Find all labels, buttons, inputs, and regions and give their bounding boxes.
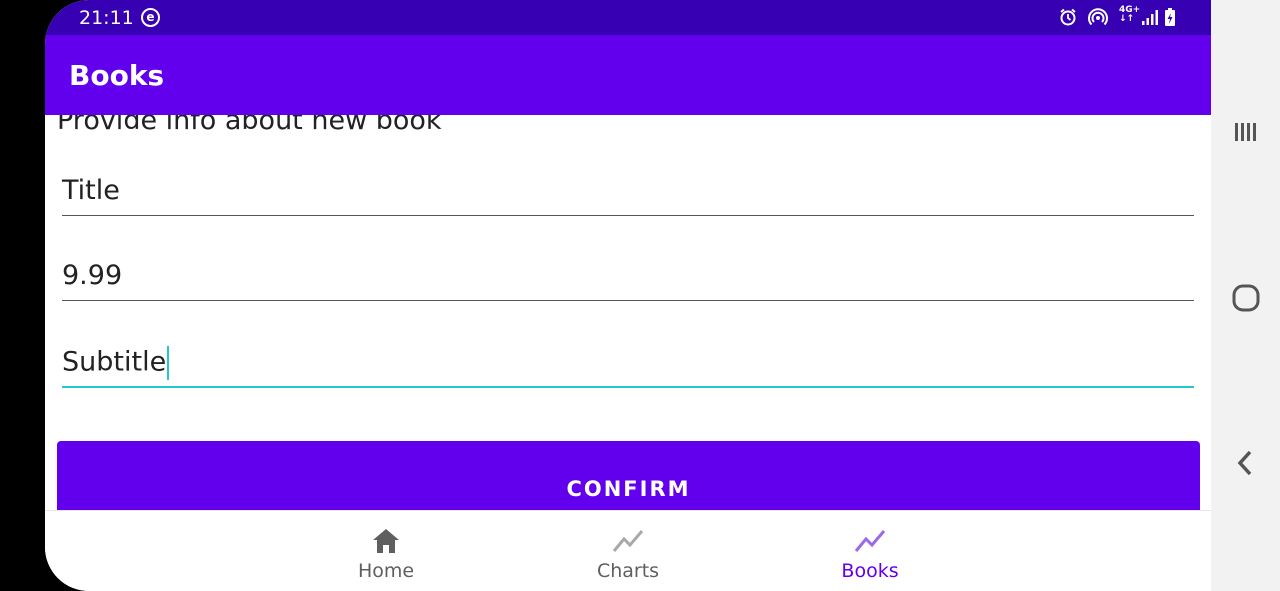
title-field[interactable]: Title — [62, 167, 1194, 216]
alarm-icon — [1060, 8, 1076, 26]
app-title: Books — [69, 59, 165, 92]
signal-icon — [1142, 10, 1158, 25]
nav-item-charts[interactable]: Charts — [568, 511, 688, 591]
nav-item-home[interactable]: Home — [326, 511, 446, 591]
status-bar: 21:11 e 4G+ ↓↑ — [45, 0, 1211, 35]
hotspot-icon — [1088, 8, 1108, 26]
nav-label-charts: Charts — [596, 560, 660, 582]
back-icon[interactable] — [1231, 448, 1261, 478]
battery-charging-icon — [1165, 8, 1175, 26]
confirm-button-label: CONFIRM — [566, 477, 691, 501]
status-time: 21:11 — [79, 7, 134, 29]
subtitle-field-text: Subtitle — [62, 346, 167, 378]
home-icon — [373, 529, 399, 553]
network-type: 4G+ ↓↑ — [1119, 6, 1140, 24]
price-field[interactable]: 9.99 — [62, 252, 1194, 301]
nav-label-home: Home — [357, 560, 415, 582]
trending-up-icon — [854, 530, 886, 552]
home-icon[interactable] — [1231, 283, 1261, 313]
confirm-button[interactable]: CONFIRM — [57, 441, 1200, 510]
subtitle-field[interactable]: Subtitle — [62, 338, 1194, 388]
title-field-value: Title — [62, 175, 120, 206]
form-heading: Provide info about new book — [57, 115, 442, 136]
phone-screen: 21:11 e 4G+ ↓↑ Books Provide info about … — [45, 0, 1211, 591]
subtitle-field-value: Subtitle — [62, 346, 170, 380]
nav-item-books[interactable]: Books — [810, 511, 930, 591]
recent-apps-icon[interactable] — [1231, 117, 1261, 147]
trending-up-icon — [612, 530, 644, 552]
price-field-value: 9.99 — [62, 260, 123, 291]
e-circle-icon: e — [141, 8, 160, 27]
app-bar: Books — [45, 35, 1211, 115]
bottom-navigation: Home Charts Books — [45, 510, 1211, 591]
text-cursor — [167, 346, 170, 380]
form-content[interactable]: Provide info about new book Title 9.99 S… — [45, 115, 1211, 510]
network-activity-arrows: ↓↑ — [1119, 14, 1135, 24]
nav-label-books: Books — [841, 560, 899, 582]
system-navigation-bar — [1211, 0, 1280, 591]
